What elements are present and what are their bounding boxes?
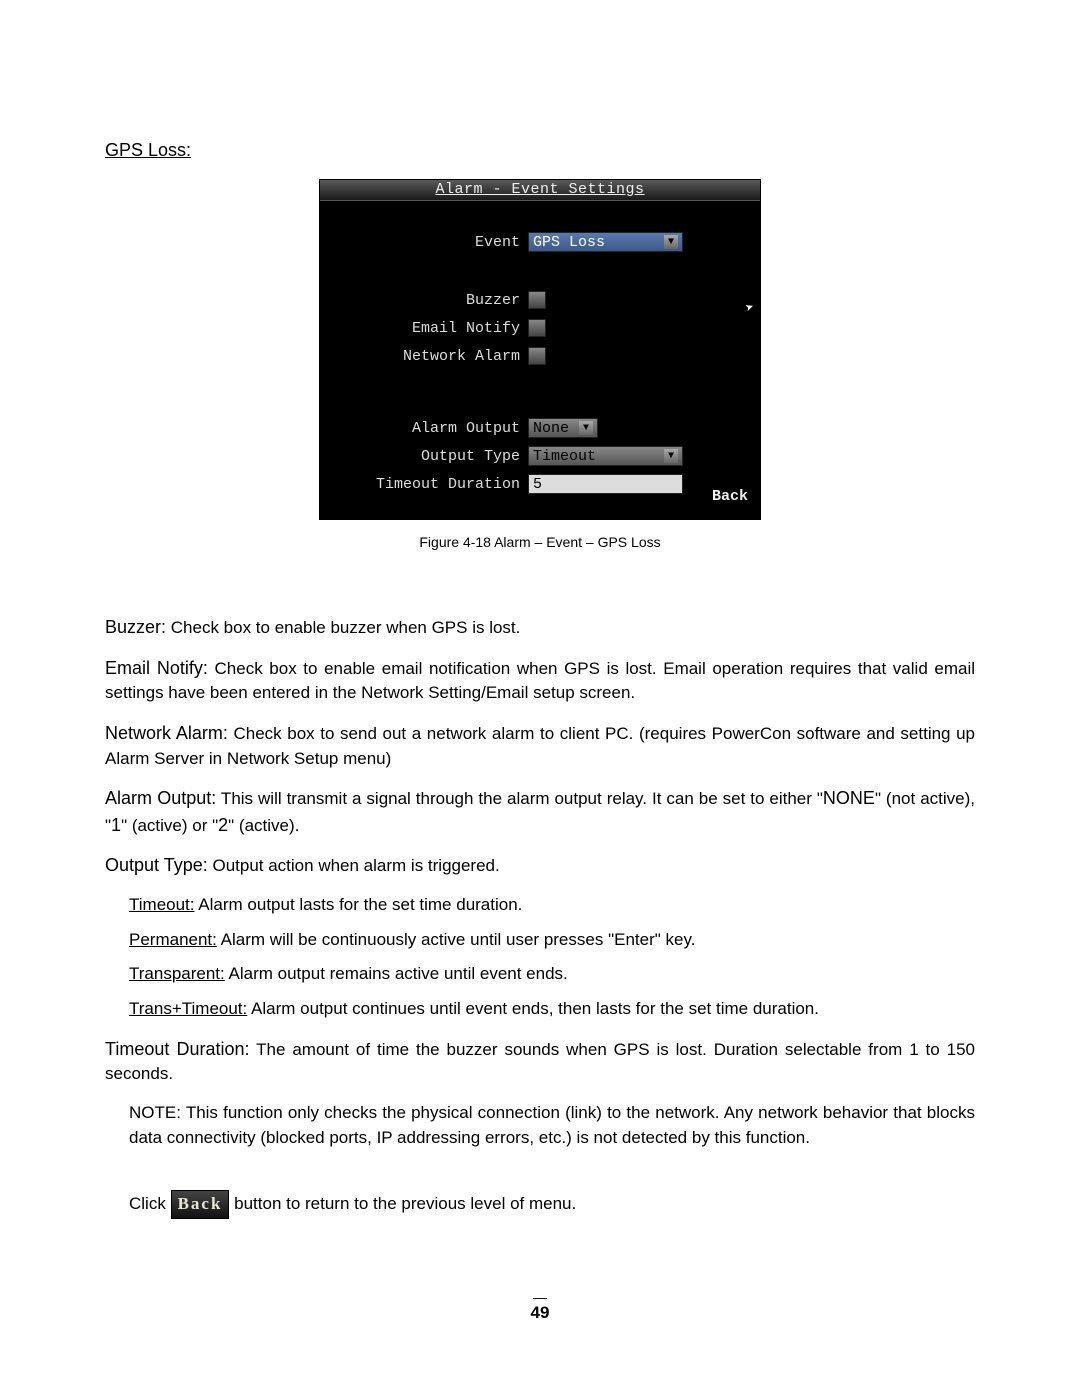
label-event: Event (330, 234, 528, 251)
row-email: Email Notify (330, 317, 750, 339)
sub-permanent-tb: " key. (655, 930, 696, 949)
sub-permanent: Permanent: Alarm will be continuously ac… (129, 928, 975, 953)
para-network: Network Alarm: Check box to send out a n… (105, 720, 975, 771)
para-buzzer: Buzzer: Check box to enable buzzer when … (105, 614, 975, 641)
figure-caption: Figure 4-18 Alarm – Event – GPS Loss (105, 534, 975, 550)
row-alarm-output: Alarm Output None ▼ (330, 417, 750, 439)
row-timeout-duration: Timeout Duration 5 (330, 473, 750, 495)
sub-timeout-u: Timeout: (129, 895, 195, 914)
inline-back-button: Back (171, 1190, 230, 1219)
para-output-type: Output Type: Output action when alarm is… (105, 852, 975, 879)
term-timeout-duration: Timeout Duration: (105, 1039, 250, 1059)
label-email: Email Notify (330, 320, 528, 337)
chevron-down-icon: ▼ (664, 449, 678, 463)
select-output-type[interactable]: Timeout ▼ (528, 446, 683, 466)
label-timeout-duration: Timeout Duration (330, 476, 528, 493)
page-number-value: 49 (531, 1303, 550, 1322)
page-number: — 49 (105, 1289, 975, 1323)
term-output-type: Output Type: (105, 855, 208, 875)
para-alarm-output: Alarm Output: This will transmit a signa… (105, 785, 975, 838)
text-two: 2 (218, 815, 228, 835)
checkbox-network[interactable] (528, 347, 546, 365)
select-output-type-value: Timeout (533, 448, 596, 465)
output-type-sublist: Timeout: Alarm output lasts for the set … (129, 893, 975, 1022)
select-event[interactable]: GPS Loss ▼ (528, 232, 683, 252)
input-timeout-duration-value: 5 (533, 476, 542, 493)
sub-permanent-ta: Alarm will be continuously active until … (217, 930, 614, 949)
text-buzzer: Check box to enable buzzer when GPS is l… (166, 618, 520, 637)
text-output-type: Output action when alarm is triggered. (208, 856, 500, 875)
row-event: Event GPS Loss ▼ (330, 231, 750, 253)
document-page: GPS Loss: Alarm - Event Settings ➤ Event… (0, 0, 1080, 1383)
sub-timeout-t: Alarm output lasts for the set time dura… (195, 895, 523, 914)
click-a: Click (129, 1194, 171, 1213)
para-timeout-duration: Timeout Duration: The amount of time the… (105, 1036, 975, 1087)
dvr-screenshot: Alarm - Event Settings ➤ Event GPS Loss … (319, 179, 761, 520)
sub-trans-timeout: Trans+Timeout: Alarm output continues un… (129, 997, 975, 1022)
sub-trans-timeout-u: Trans+Timeout: (129, 999, 247, 1018)
text-one: 1 (111, 815, 121, 835)
label-buzzer: Buzzer (330, 292, 528, 309)
term-note: NOTE: (129, 1103, 181, 1122)
sub-permanent-enter: Enter (614, 930, 655, 949)
label-network: Network Alarm (330, 348, 528, 365)
text-alarm-output-c: " (active) or " (121, 816, 218, 835)
label-alarm-output: Alarm Output (330, 420, 528, 437)
note-block: NOTE: This function only checks the phys… (129, 1101, 975, 1150)
term-network: Network Alarm: (105, 723, 228, 743)
text-alarm-output-a: This will transmit a signal through the … (216, 789, 823, 808)
term-buzzer: Buzzer: (105, 617, 166, 637)
row-output-type: Output Type Timeout ▼ (330, 445, 750, 467)
text-network: Check box to send out a network alarm to… (105, 724, 975, 768)
figure-wrap: Alarm - Event Settings ➤ Event GPS Loss … (105, 179, 975, 550)
chevron-down-icon: ▼ (579, 421, 593, 435)
text-alarm-output-d: " (active). (228, 816, 299, 835)
row-network: Network Alarm (330, 345, 750, 367)
term-alarm-output: Alarm Output: (105, 788, 216, 808)
dvr-body: Event GPS Loss ▼ Buzzer Email Notify (320, 201, 760, 495)
click-b: button to return to the previous level o… (229, 1194, 576, 1213)
checkbox-buzzer[interactable] (528, 291, 546, 309)
section-heading: GPS Loss: (105, 140, 975, 161)
sub-transparent-t: Alarm output remains active until event … (225, 964, 568, 983)
sub-transparent-u: Transparent: (129, 964, 225, 983)
select-alarm-output[interactable]: None ▼ (528, 418, 598, 438)
back-button[interactable]: Back (712, 488, 748, 505)
label-output-type: Output Type (330, 448, 528, 465)
sub-timeout: Timeout: Alarm output lasts for the set … (129, 893, 975, 918)
row-buzzer: Buzzer (330, 289, 750, 311)
checkbox-email[interactable] (528, 319, 546, 337)
sub-trans-timeout-t: Alarm output continues until event ends,… (247, 999, 819, 1018)
select-alarm-output-value: None (533, 420, 569, 437)
select-event-value: GPS Loss (533, 234, 605, 251)
sub-transparent: Transparent: Alarm output remains active… (129, 962, 975, 987)
text-note: This function only checks the physical c… (129, 1103, 975, 1147)
term-email: Email Notify: (105, 658, 208, 678)
para-click-back: Click Back button to return to the previ… (129, 1190, 975, 1219)
text-email: Check box to enable email notification w… (105, 659, 975, 703)
input-timeout-duration[interactable]: 5 (528, 474, 683, 494)
dvr-title: Alarm - Event Settings (320, 180, 760, 201)
chevron-down-icon: ▼ (664, 235, 678, 249)
text-none: NONE (823, 788, 875, 808)
sub-permanent-u: Permanent: (129, 930, 217, 949)
para-email: Email Notify: Check box to enable email … (105, 655, 975, 706)
